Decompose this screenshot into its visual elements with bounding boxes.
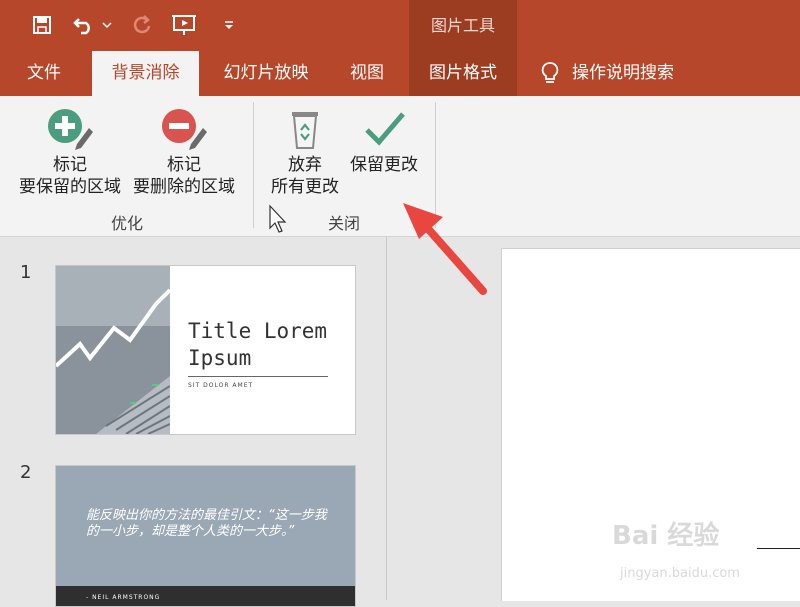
tab-slideshow[interactable]: 幻灯片放映 [212, 51, 320, 96]
slide-2-quote: 能反映出你的方法的最佳引文：“这一步我的一小步，却是整个人类的一大步。” [86, 508, 327, 539]
slideshow-from-beginning-icon[interactable] [168, 10, 202, 40]
customize-qat-icon[interactable] [220, 10, 238, 40]
context-group-title: 图片工具 [430, 16, 495, 35]
mark-remove-label-1: 标记 [167, 155, 201, 175]
tab-view[interactable]: 视图 [336, 51, 398, 96]
checkmark-icon [365, 112, 405, 146]
discard-label-2: 所有更改 [271, 177, 339, 197]
recycle-bin-icon [292, 112, 318, 149]
tab-file[interactable]: 文件 [12, 51, 76, 96]
slide-thumbnail-1[interactable]: Title Lorem Ipsum SIT DOLOR AMET [55, 265, 356, 435]
annotation-arrow-icon [403, 203, 487, 295]
save-icon[interactable] [28, 10, 56, 40]
undo-icon[interactable] [70, 10, 98, 40]
slide-thumbnail-2[interactable]: 能反映出你的方法的最佳引文：“这一步我的一小步，却是整个人类的一大步。” - N… [55, 465, 356, 607]
mark-keep-icon [48, 109, 93, 150]
mark-keep-label-2: 要保留的区域 [19, 177, 121, 197]
group-label-refine: 优化 [110, 214, 143, 233]
group-separator [253, 102, 254, 228]
mark-areas-to-remove-button[interactable]: 标记 要删除的区域 [128, 104, 240, 198]
slide-number: 1 [20, 262, 32, 283]
slide-1-subtitle: SIT DOLOR AMET [188, 382, 254, 389]
mouse-cursor-icon [269, 204, 287, 233]
tab-picture-format[interactable]: 图片格式 [409, 51, 517, 96]
watermark-brand: Bai 经验 [612, 521, 720, 551]
pane-divider[interactable] [386, 237, 387, 600]
watermark-url: jingyan.baidu.com [620, 566, 740, 581]
slide-1-title: Title Lorem Ipsum [188, 319, 328, 370]
discard-label-1: 放弃 [288, 155, 322, 175]
mark-areas-to-keep-button[interactable]: 标记 要保留的区域 [14, 104, 126, 198]
mark-remove-icon [162, 109, 207, 150]
tab-background-removal[interactable]: 背景消除 [92, 51, 199, 96]
keep-changes-button[interactable]: 保留更改 [344, 104, 424, 176]
mark-remove-label-2: 要删除的区域 [133, 177, 235, 197]
discard-all-changes-button[interactable]: 放弃 所有更改 [262, 104, 348, 198]
redo-icon [128, 10, 156, 40]
title-bar [0, 0, 800, 51]
mark-keep-label-1: 标记 [53, 155, 87, 175]
slide-content-line [757, 548, 800, 549]
slide-1-divider [188, 376, 328, 377]
undo-dropdown-icon[interactable] [100, 10, 114, 40]
slide-number: 2 [20, 462, 32, 483]
lightbulb-icon [538, 58, 562, 88]
keep-changes-label: 保留更改 [350, 155, 418, 175]
slide-1-stairs-image [56, 266, 170, 434]
tell-me-search[interactable]: 操作说明搜索 [572, 51, 702, 96]
